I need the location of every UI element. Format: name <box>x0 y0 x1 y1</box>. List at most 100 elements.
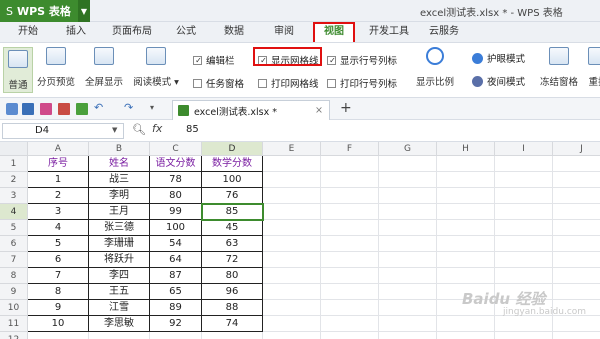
table-cell[interactable]: 数学分数 <box>202 156 263 172</box>
table-cell[interactable]: 45 <box>202 220 263 236</box>
tab-data[interactable]: 数据 <box>218 22 250 42</box>
table-cell[interactable] <box>263 156 321 172</box>
table-cell[interactable]: 语文分数 <box>150 156 202 172</box>
table-cell[interactable] <box>321 204 379 220</box>
table-cell[interactable]: 10 <box>28 316 89 332</box>
table-cell[interactable]: 92 <box>150 316 202 332</box>
table-cell[interactable] <box>321 236 379 252</box>
column-header[interactable]: D <box>202 142 263 156</box>
table-cell[interactable] <box>379 236 437 252</box>
row-header[interactable]: 2 <box>0 172 28 188</box>
table-cell[interactable] <box>202 332 263 339</box>
table-cell[interactable]: 9 <box>28 300 89 316</box>
row-header[interactable]: 6 <box>0 236 28 252</box>
select-all-corner[interactable] <box>0 142 28 156</box>
table-cell[interactable] <box>437 220 495 236</box>
tab-document[interactable]: excel测试表.xlsx * × <box>172 100 330 120</box>
table-cell[interactable]: 5 <box>28 236 89 252</box>
table-cell[interactable]: 99 <box>150 204 202 220</box>
table-cell[interactable]: 3 <box>28 204 89 220</box>
show-row-col-headers-checkbox[interactable]: 显示行号列标 <box>327 53 397 67</box>
table-cell[interactable] <box>263 332 321 339</box>
chevron-down-icon[interactable]: ▾ <box>150 102 162 114</box>
table-cell[interactable] <box>553 204 600 220</box>
row-header[interactable]: 4 <box>0 204 28 220</box>
fullscreen-button[interactable]: 全屏显示 <box>84 47 124 88</box>
table-cell[interactable]: 4 <box>28 220 89 236</box>
print-gridlines-checkbox[interactable]: 打印网格线 <box>258 76 319 90</box>
table-cell[interactable] <box>321 172 379 188</box>
table-cell[interactable] <box>379 172 437 188</box>
format-painter-icon[interactable] <box>76 103 88 115</box>
table-cell[interactable] <box>553 220 600 236</box>
fx-icon[interactable]: fx <box>152 122 162 135</box>
table-cell[interactable] <box>263 316 321 332</box>
table-cell[interactable] <box>28 332 89 339</box>
row-header[interactable]: 5 <box>0 220 28 236</box>
column-header[interactable]: J <box>553 142 600 156</box>
table-cell[interactable]: 张三德 <box>89 220 150 236</box>
tab-cloud[interactable]: 云服务 <box>424 22 464 42</box>
table-cell[interactable] <box>321 300 379 316</box>
table-cell[interactable] <box>89 332 150 339</box>
table-cell[interactable] <box>495 332 553 339</box>
table-cell[interactable] <box>553 332 600 339</box>
table-cell[interactable] <box>553 316 600 332</box>
tab-formula[interactable]: 公式 <box>170 22 202 42</box>
table-cell[interactable]: 将跃升 <box>89 252 150 268</box>
redo-icon[interactable]: ↷ <box>124 102 136 114</box>
table-cell[interactable] <box>379 220 437 236</box>
chevron-down-icon[interactable]: ▼ <box>112 126 117 134</box>
table-cell[interactable]: 序号 <box>28 156 89 172</box>
table-cell[interactable] <box>495 188 553 204</box>
column-header[interactable]: E <box>263 142 321 156</box>
table-cell[interactable]: 65 <box>150 284 202 300</box>
column-header[interactable]: A <box>28 142 89 156</box>
table-cell[interactable]: 72 <box>202 252 263 268</box>
table-cell[interactable]: 54 <box>150 236 202 252</box>
table-cell[interactable] <box>321 220 379 236</box>
rearrange-button[interactable]: 重排 <box>583 47 600 88</box>
table-cell[interactable]: 78 <box>150 172 202 188</box>
table-cell[interactable] <box>437 204 495 220</box>
table-cell[interactable] <box>553 188 600 204</box>
column-header[interactable]: F <box>321 142 379 156</box>
column-header[interactable]: C <box>150 142 202 156</box>
table-cell[interactable] <box>321 268 379 284</box>
table-cell[interactable] <box>437 236 495 252</box>
night-mode-button[interactable]: 夜间模式 <box>472 74 525 88</box>
table-cell[interactable] <box>263 268 321 284</box>
table-cell[interactable]: 2 <box>28 188 89 204</box>
column-header[interactable]: H <box>437 142 495 156</box>
table-cell[interactable] <box>321 156 379 172</box>
table-cell[interactable] <box>263 204 321 220</box>
table-cell[interactable] <box>379 300 437 316</box>
table-cell[interactable]: 王月 <box>89 204 150 220</box>
table-cell[interactable] <box>495 172 553 188</box>
row-header[interactable]: 10 <box>0 300 28 316</box>
table-cell[interactable] <box>263 236 321 252</box>
table-cell[interactable]: 江雪 <box>89 300 150 316</box>
table-cell[interactable] <box>495 268 553 284</box>
tab-home[interactable]: 开始 <box>10 22 46 42</box>
table-cell[interactable] <box>495 316 553 332</box>
table-cell[interactable] <box>437 268 495 284</box>
table-cell[interactable]: 100 <box>150 220 202 236</box>
table-cell[interactable]: 李珊珊 <box>89 236 150 252</box>
table-cell[interactable]: 王五 <box>89 284 150 300</box>
table-cell[interactable]: 姓名 <box>89 156 150 172</box>
table-cell[interactable] <box>495 156 553 172</box>
open-folder-icon[interactable] <box>6 103 18 115</box>
table-cell[interactable] <box>321 332 379 339</box>
table-cell[interactable] <box>379 268 437 284</box>
table-cell[interactable]: 88 <box>202 300 263 316</box>
table-cell[interactable]: 8 <box>28 284 89 300</box>
table-cell[interactable] <box>437 316 495 332</box>
table-cell[interactable]: 63 <box>202 236 263 252</box>
app-menu-button[interactable]: S WPS 表格 ▼ <box>0 0 90 22</box>
table-cell[interactable]: 89 <box>150 300 202 316</box>
table-cell[interactable]: 96 <box>202 284 263 300</box>
save-icon[interactable] <box>22 103 34 115</box>
table-cell[interactable]: 李四 <box>89 268 150 284</box>
table-cell[interactable] <box>495 220 553 236</box>
